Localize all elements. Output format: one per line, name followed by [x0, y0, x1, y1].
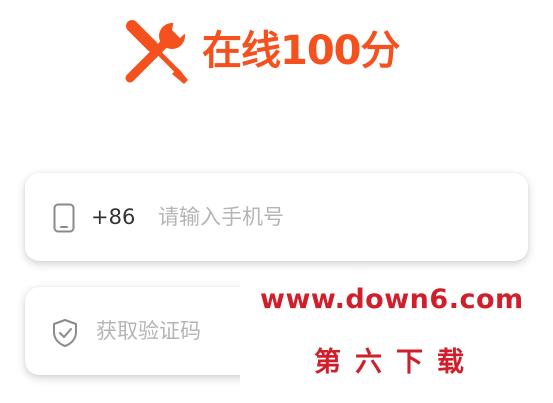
watermark: www.down6.com 第六下载 [240, 270, 553, 403]
country-code[interactable]: +86 [91, 173, 135, 261]
brand-name: 在线100分 [202, 28, 400, 74]
watermark-url: www.down6.com [260, 284, 524, 315]
phone-number-input[interactable] [158, 173, 498, 261]
watermark-name: 第六下载 [314, 347, 478, 378]
phone-icon [53, 203, 75, 233]
brand-logo: 在线100分 [122, 16, 400, 86]
wrench-screwdriver-icon [125, 20, 192, 84]
shield-check-icon [53, 319, 77, 347]
phone-input-card[interactable]: +86 [25, 173, 528, 261]
